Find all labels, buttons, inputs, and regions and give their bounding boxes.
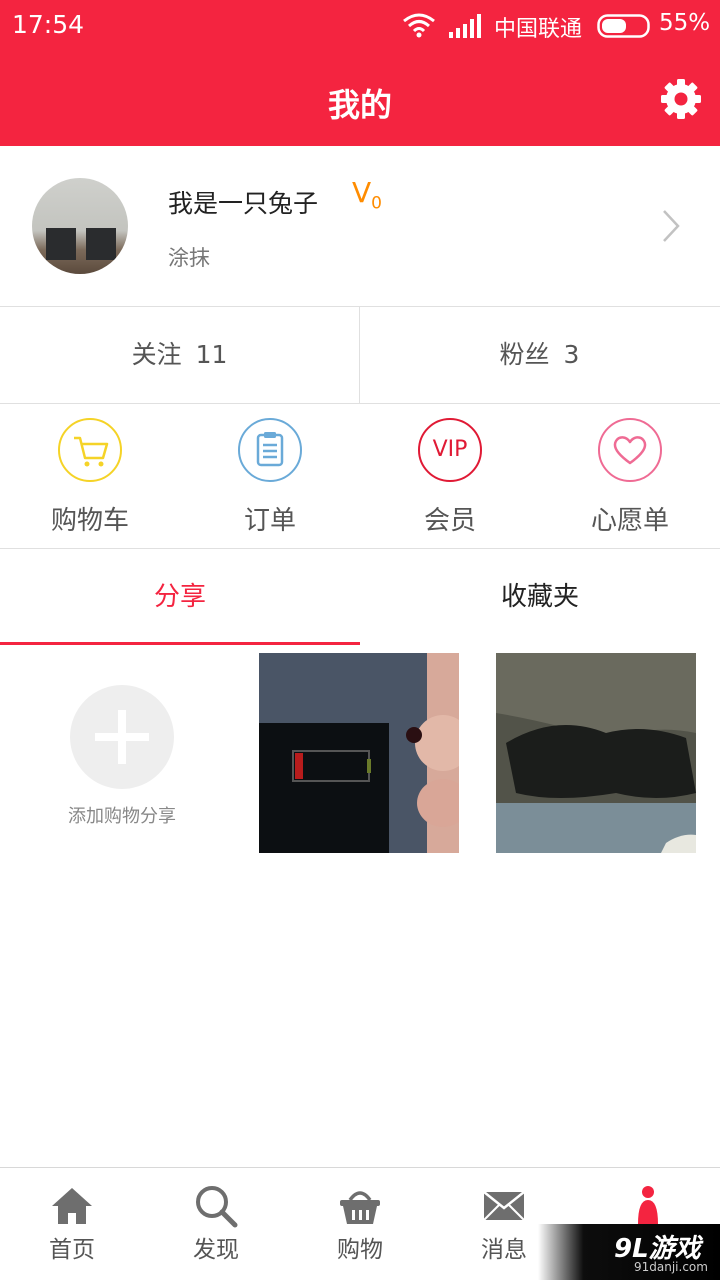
- plus-icon: [95, 710, 149, 764]
- status-time: 17:54: [12, 10, 85, 39]
- vip-level-badge: V0: [352, 176, 382, 214]
- chevron-right-icon[interactable]: [660, 208, 682, 244]
- wifi-icon: [403, 13, 435, 38]
- fans-count: 3: [563, 340, 580, 369]
- membership-button[interactable]: VIP 会员: [360, 404, 540, 548]
- mail-icon: [483, 1191, 525, 1221]
- active-tab-indicator: [0, 642, 360, 645]
- gear-icon[interactable]: [660, 78, 702, 120]
- nav-discover[interactable]: 发现: [144, 1168, 288, 1281]
- page-title: 我的: [327, 86, 392, 124]
- signal-icon: [449, 14, 481, 38]
- following-cell[interactable]: 关注 11: [0, 307, 360, 403]
- basket-icon: [340, 1191, 380, 1224]
- nav-home-label: 首页: [49, 1237, 95, 1263]
- orders-button[interactable]: 订单: [180, 404, 360, 548]
- cart-label: 购物车: [50, 506, 129, 536]
- cart-button[interactable]: 购物车: [0, 404, 180, 548]
- battery-percent: 55%: [659, 10, 711, 36]
- tab-favorites[interactable]: 收藏夹: [360, 549, 720, 645]
- title-bar: 我的: [0, 52, 720, 146]
- quick-actions: 购物车 订单 VIP 会员 心愿单: [0, 404, 720, 549]
- avatar[interactable]: [32, 178, 128, 274]
- wishlist-button[interactable]: 心愿单: [540, 404, 720, 548]
- status-bar: 17:54 中国联通 55%: [0, 0, 720, 52]
- orders-label: 订单: [243, 506, 296, 536]
- fans-cell[interactable]: 粉丝 3: [360, 307, 719, 403]
- vip-icon: VIP: [432, 437, 468, 462]
- membership-label: 会员: [423, 506, 476, 536]
- search-icon: [196, 1186, 238, 1228]
- profile-subtitle: 涂抹: [168, 246, 210, 270]
- watermark: 9L游戏 91danji.com: [538, 1224, 720, 1280]
- tab-share[interactable]: 分享: [0, 549, 360, 645]
- following-count: 11: [195, 340, 228, 369]
- content-tabs: 分享 收藏夹: [0, 549, 720, 645]
- battery-icon: [597, 14, 650, 38]
- wishlist-label: 心愿单: [590, 506, 669, 536]
- cart-icon: [74, 436, 109, 467]
- nav-shopping-label: 购物: [337, 1237, 383, 1263]
- username: 我是一只兔子: [168, 189, 319, 218]
- clipboard-icon: [256, 432, 284, 467]
- nav-home[interactable]: 首页: [0, 1168, 144, 1281]
- follow-stats: 关注 11 粉丝 3: [0, 307, 720, 404]
- nav-shopping[interactable]: 购物: [288, 1168, 432, 1281]
- add-share-label: 添加购物分享: [68, 806, 176, 827]
- add-share-button[interactable]: [70, 685, 174, 789]
- heart-icon: [613, 436, 647, 465]
- nav-discover-label: 发现: [193, 1237, 239, 1263]
- shared-photo[interactable]: [496, 653, 696, 853]
- person-icon: [638, 1186, 658, 1224]
- shared-photo[interactable]: [259, 653, 459, 853]
- carrier-name: 中国联通: [494, 17, 583, 42]
- fans-label: 粉丝: [499, 340, 550, 369]
- share-gallery: 添加购物分享: [0, 652, 720, 862]
- home-icon: [52, 1188, 92, 1224]
- following-label: 关注: [131, 340, 182, 369]
- watermark-domain: 91danji.com: [634, 1260, 708, 1274]
- profile-card[interactable]: 我是一只兔子 V0 涂抹: [0, 146, 720, 307]
